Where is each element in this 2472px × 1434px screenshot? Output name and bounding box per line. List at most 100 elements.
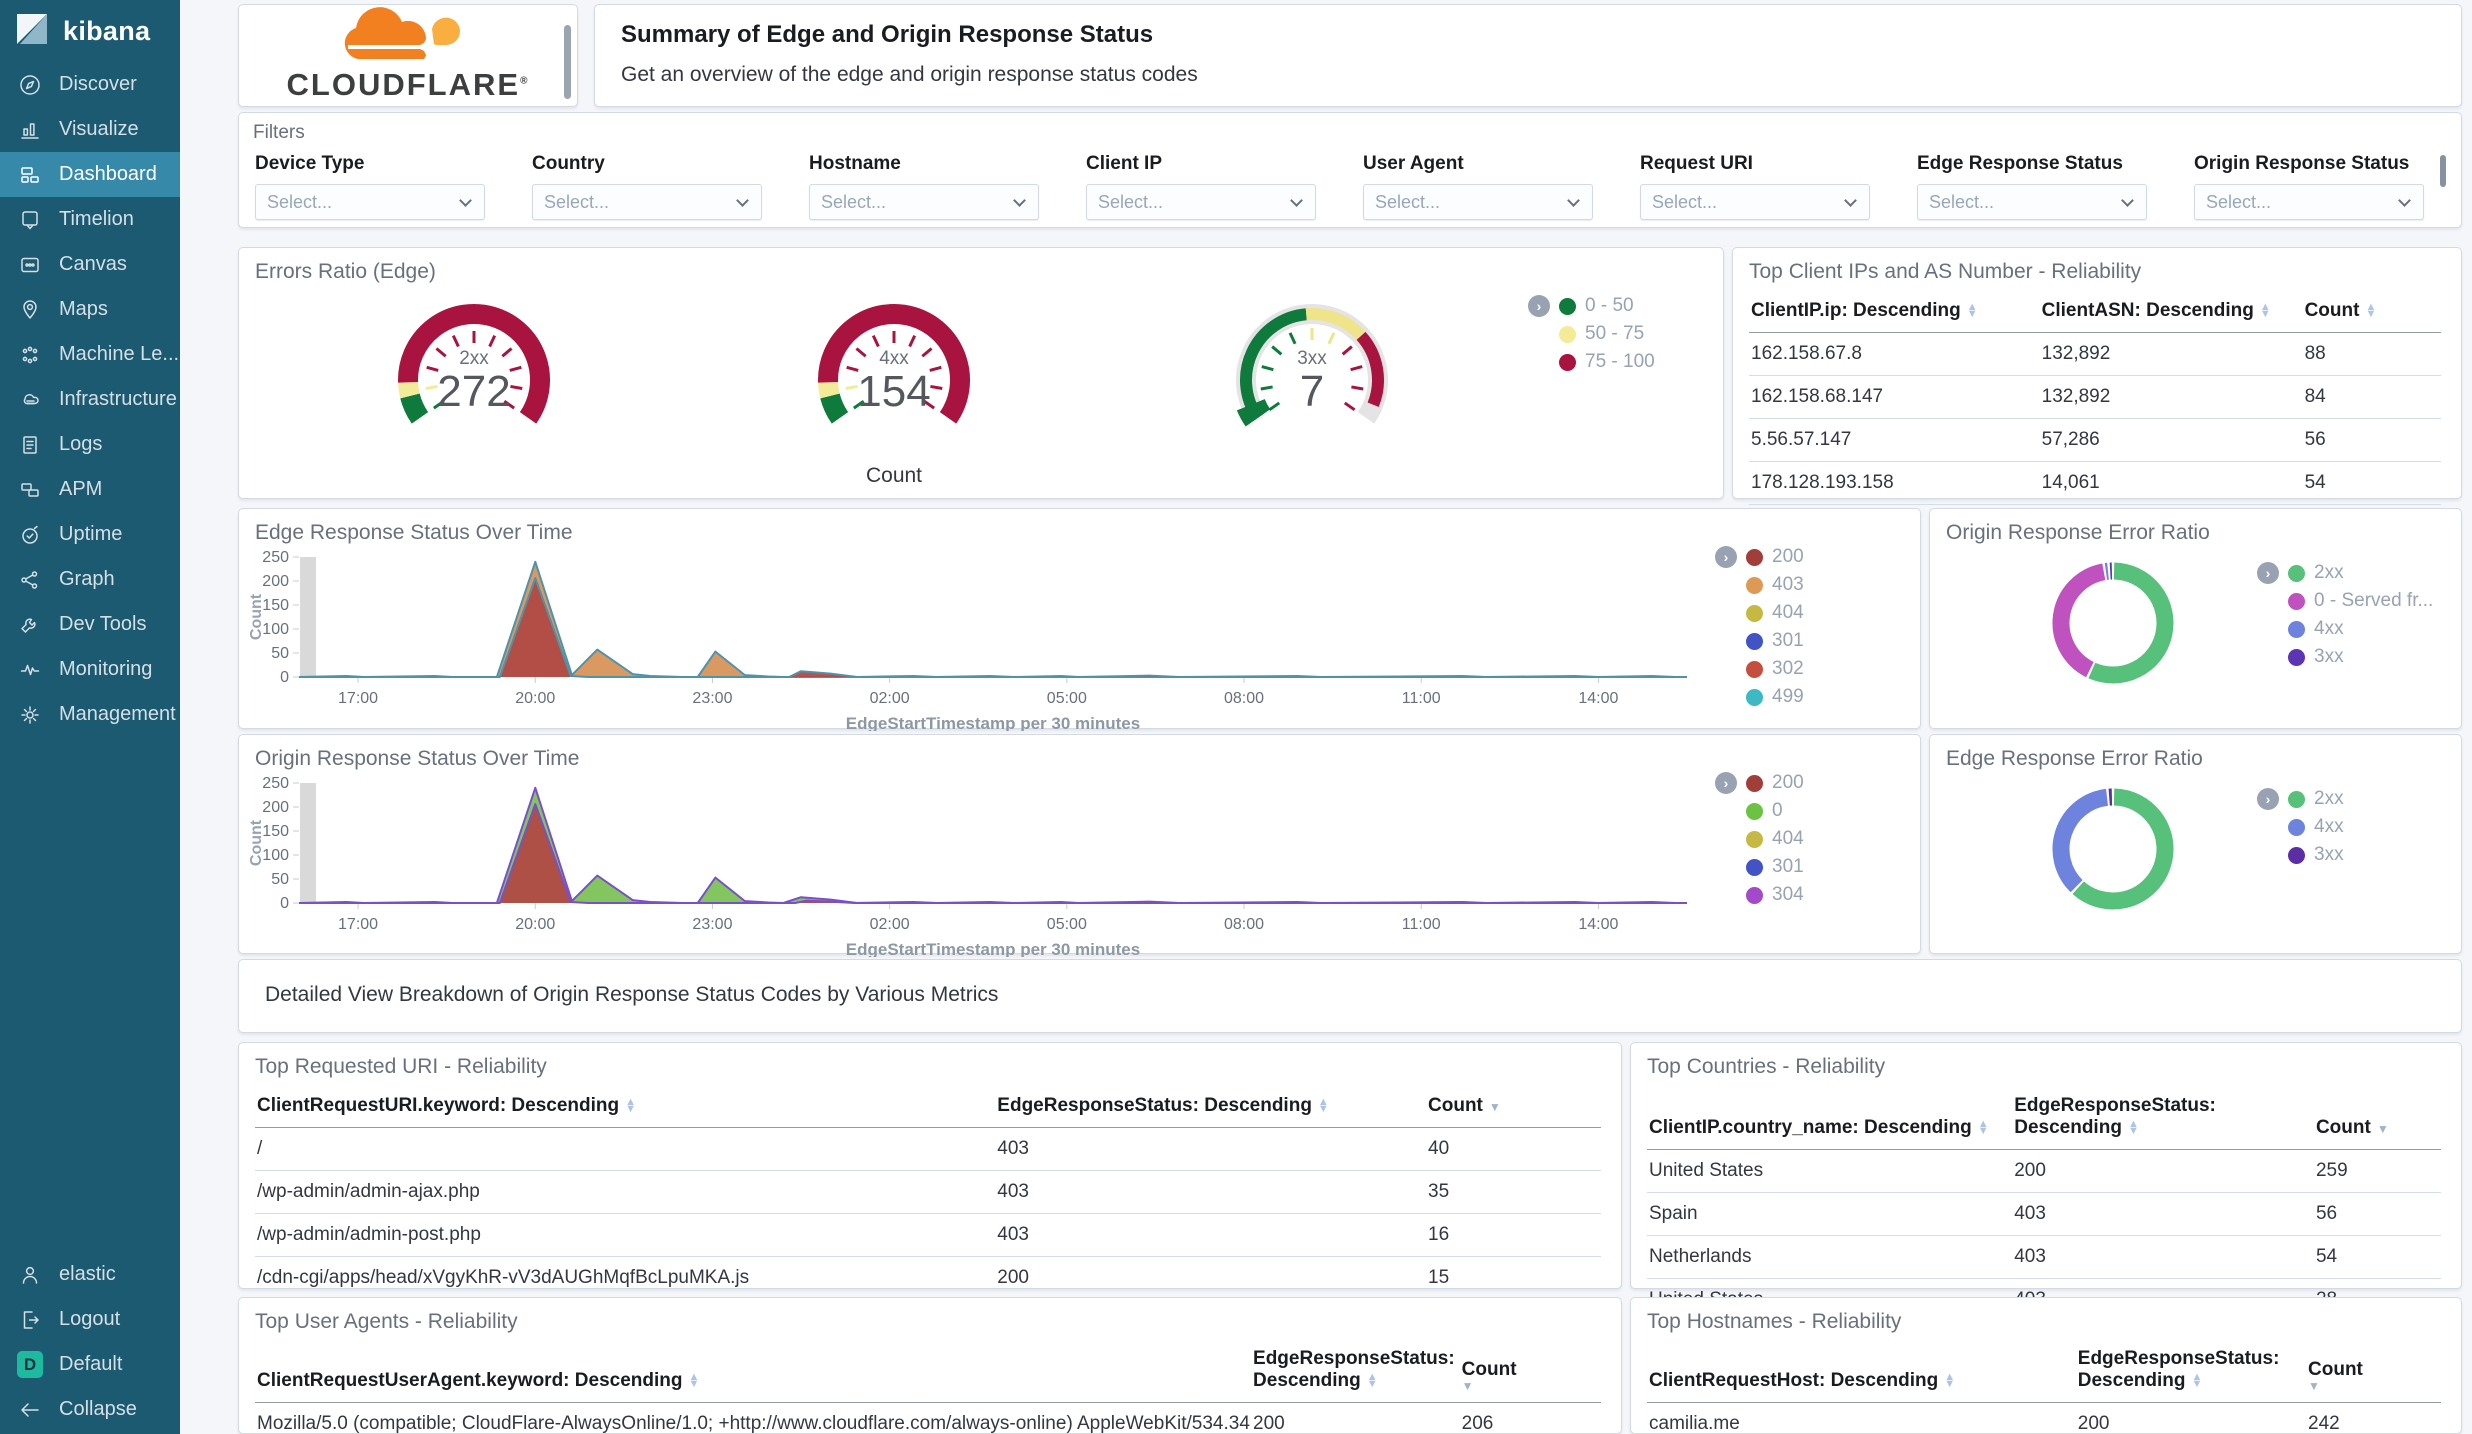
legend-color-dot [1746, 660, 1763, 678]
edge-error-ratio-donut[interactable] [2043, 779, 2183, 924]
sidebar-item-maps[interactable]: Maps [0, 287, 180, 332]
column-header-count[interactable]: Count ▼ [1426, 1087, 1601, 1128]
svg-text:08:00: 08:00 [1224, 690, 1264, 707]
legend-item-0-50[interactable]: › 0 - 50 [1528, 292, 1655, 320]
column-header-clientip-ip-descending[interactable]: ClientIP.ip: Descending ▲ ▼ [1749, 292, 2040, 333]
legend-item-2xx[interactable]: › 2xx [2257, 559, 2433, 587]
legend-item-302[interactable]: 302 [1746, 655, 1804, 683]
sidebar-item-discover[interactable]: Discover [0, 62, 180, 107]
legend-item-75-100[interactable]: 75 - 100 [1559, 348, 1655, 376]
legend-item-0[interactable]: 0 [1746, 797, 1804, 825]
sidebar-item-machine-le[interactable]: Machine Le... [0, 332, 180, 377]
svg-text:150: 150 [262, 597, 289, 614]
sidebar-footer-item-collapse[interactable]: Collapse [0, 1387, 180, 1432]
sidebar-footer-item-elastic[interactable]: elastic [0, 1252, 180, 1297]
filter-select-user-agent[interactable]: Select... [1363, 184, 1593, 220]
legend-item-301[interactable]: 301 [1746, 627, 1804, 655]
legend-item-403[interactable]: 403 [1746, 571, 1804, 599]
sidebar-footer-item-logout[interactable]: Logout [0, 1297, 180, 1342]
column-header-clientrequesthost-descending[interactable]: ClientRequestHost: Descending ▲ ▼ [1647, 1340, 2076, 1403]
table-cell: 259 [2313, 1149, 2441, 1193]
legend-label: 0 [1772, 800, 1783, 821]
sidebar-item-uptime[interactable]: Uptime [0, 512, 180, 557]
column-header-edgeresponsestatus-descending[interactable]: EdgeResponseStatus: Descending ▲ ▼ [995, 1087, 1427, 1128]
chevron-down-icon [459, 194, 472, 207]
filter-select-edge-response-status[interactable]: Select... [1917, 184, 2147, 220]
column-header-edgeresponsestatus-descending[interactable]: EdgeResponseStatus: Descending ▲ ▼ [2012, 1087, 2314, 1150]
legend-item-4xx[interactable]: 4xx [2288, 813, 2344, 841]
sidebar-item-monitoring[interactable]: Monitoring [0, 647, 180, 692]
sidebar-item-dev-tools[interactable]: Dev Tools [0, 602, 180, 647]
table-cell: 56 [2302, 418, 2441, 462]
gauge-4xx[interactable]: 4xx 154 [779, 284, 1009, 462]
legend-item-3xx[interactable]: 3xx [2288, 841, 2344, 869]
chevron-down-icon [1290, 194, 1303, 207]
legend-item-404[interactable]: 404 [1746, 825, 1804, 853]
filter-select-hostname[interactable]: Select... [809, 184, 1039, 220]
machine-learning-icon [17, 342, 43, 368]
column-header-count[interactable]: Count ▲ ▼ [2302, 292, 2441, 333]
sidebar-item-infrastructure[interactable]: Infrastructure [0, 377, 180, 422]
sidebar-item-management[interactable]: Management [0, 692, 180, 737]
table-row: 162.158.67.8 132,892 88 [1749, 332, 2441, 376]
legend-item-499[interactable]: 499 [1746, 683, 1804, 711]
filter-select-request-uri[interactable]: Select... [1640, 184, 1870, 220]
legend-toggle-chevron-icon[interactable]: › [1715, 772, 1737, 794]
filter-select-device-type[interactable]: Select... [255, 184, 485, 220]
sidebar-item-label: Discover [59, 73, 137, 95]
column-header-count[interactable]: Count ▼ [2313, 1087, 2441, 1150]
column-header-count[interactable]: Count ▼ [1459, 1340, 1601, 1403]
legend-item-50-75[interactable]: 50 - 75 [1559, 320, 1655, 348]
legend-item-304[interactable]: 304 [1746, 881, 1804, 909]
filter-select-client-ip[interactable]: Select... [1086, 184, 1316, 220]
legend-item-4xx[interactable]: 4xx [2288, 615, 2433, 643]
sidebar-item-label: APM [59, 478, 103, 500]
sort-icon: ▲ ▼ [2365, 301, 2377, 320]
sidebar-item-canvas[interactable]: Canvas [0, 242, 180, 287]
column-header-clientasn-descending[interactable]: ClientASN: Descending ▲ ▼ [2039, 292, 2303, 333]
table-cell: 35 [1426, 1170, 1601, 1214]
infrastructure-icon [17, 387, 43, 413]
sidebar-item-timelion[interactable]: Timelion [0, 197, 180, 242]
panel-title: Top Client IPs and AS Number - Reliabili… [1749, 260, 2142, 283]
legend-item-3xx[interactable]: 3xx [2288, 643, 2433, 671]
legend-item-200[interactable]: › 200 [1715, 543, 1804, 571]
column-header-clientip-country-name-descending[interactable]: ClientIP.country_name: Descending ▲ ▼ [1647, 1087, 2013, 1150]
sidebar-item-logs[interactable]: Logs [0, 422, 180, 467]
column-header-edgeresponsestatus-descending[interactable]: EdgeResponseStatus: Descending ▲ ▼ [2075, 1340, 2307, 1403]
sidebar-item-dashboard[interactable]: Dashboard [0, 152, 180, 197]
column-header-clientrequesturi-keyword-descending[interactable]: ClientRequestURI.keyword: Descending ▲ ▼ [255, 1087, 996, 1128]
dashboard-icon [17, 162, 43, 188]
sidebar-item-apm[interactable]: APM [0, 467, 180, 512]
column-header-count[interactable]: Count ▼ [2306, 1340, 2441, 1403]
legend-toggle-chevron-icon[interactable]: › [1528, 295, 1550, 317]
page-scrollbar-thumb[interactable] [2440, 155, 2446, 187]
legend-item-2xx[interactable]: › 2xx [2257, 785, 2344, 813]
legend-toggle-chevron-icon[interactable]: › [2257, 788, 2279, 810]
sidebar-item-visualize[interactable]: Visualize [0, 107, 180, 152]
legend-toggle-chevron-icon[interactable]: › [1715, 546, 1737, 568]
column-header-clientrequestuseragent-keyword-descending[interactable]: ClientRequestUserAgent.keyword: Descendi… [255, 1340, 1252, 1403]
filter-select-origin-response-status[interactable]: Select... [2194, 184, 2424, 220]
sidebar-footer-item-default[interactable]: D Default [0, 1342, 180, 1387]
origin-error-ratio-donut[interactable] [2043, 553, 2183, 698]
legend-item-200[interactable]: › 200 [1715, 769, 1804, 797]
edge-response-over-time-chart[interactable]: 0 50 100 150 200 250 17:00 20:00 23:00 02:00 05:00… [247, 545, 1697, 736]
legend-item-301[interactable]: 301 [1746, 853, 1804, 881]
column-header-edgeresponsestatus-descending[interactable]: EdgeResponseStatus: Descending ▲ ▼ [1251, 1340, 1460, 1403]
gauge-3xx[interactable]: 3xx 7 [1197, 284, 1427, 462]
svg-text:05:00: 05:00 [1047, 690, 1087, 707]
cloudflare-logo: CLOUDFLARE® [239, 7, 577, 100]
filter-select-country[interactable]: Select... [532, 184, 762, 220]
legend-item-404[interactable]: 404 [1746, 599, 1804, 627]
origin-response-over-time-chart[interactable]: 0 50 100 150 200 250 17:00 20:00 23:00 02:00 05:00… [247, 771, 1697, 962]
legend-toggle-chevron-icon[interactable]: › [2257, 562, 2279, 584]
gauge-2xx[interactable]: 2xx 272 [359, 284, 589, 462]
sidebar-item-label: Dev Tools [59, 613, 147, 635]
logo-panel-scrollbar[interactable] [564, 25, 571, 99]
legend-item-0-served-fr[interactable]: 0 - Served fr... [2288, 587, 2433, 615]
filter-group-client-ip: Client IP Select... [1086, 153, 1316, 220]
sidebar-item-graph[interactable]: Graph [0, 557, 180, 602]
table-cell: 132,892 [2039, 375, 2303, 419]
filter-label: Origin Response Status [2194, 153, 2410, 174]
